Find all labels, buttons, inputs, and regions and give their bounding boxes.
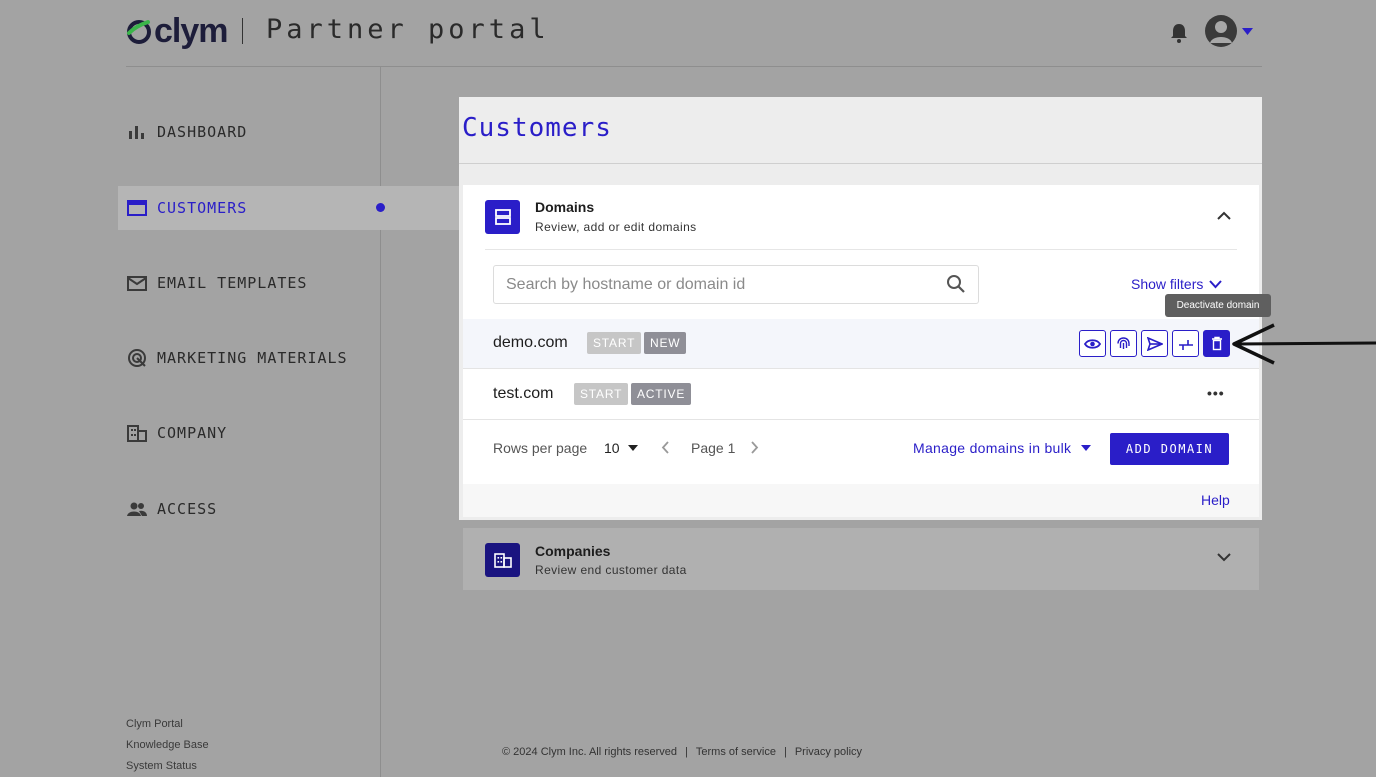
table-row[interactable]: demo.com START NEW	[463, 319, 1259, 369]
fingerprint-icon	[1117, 337, 1130, 349]
caret-down-icon[interactable]	[1242, 28, 1253, 35]
building-icon	[126, 422, 148, 444]
domains-card-subtitle: Review, add or edit domains	[535, 220, 697, 234]
table-row[interactable]: test.com START ACTIVE •••	[463, 370, 1259, 420]
send-icon	[1146, 336, 1163, 351]
trash-icon	[1211, 336, 1222, 351]
privacy-link[interactable]: Privacy policy	[795, 746, 862, 758]
help-strip: Help	[463, 484, 1259, 517]
page-footer: © 2024 Clym Inc. All rights reserved | T…	[502, 746, 862, 758]
plan-badge: START	[587, 332, 642, 354]
page-indicator: Page 1	[691, 440, 736, 456]
sidebar-item-email-templates[interactable]: EMAIL TEMPLATES	[118, 261, 460, 305]
logo-divider	[242, 18, 243, 44]
chevron-down-icon	[1209, 279, 1223, 288]
sidebar-item-label: COMPANY	[157, 424, 228, 442]
chevron-left-icon	[661, 441, 669, 454]
row-divider	[463, 419, 1259, 420]
more-options-icon[interactable]: •••	[1207, 385, 1225, 401]
search-input[interactable]	[494, 266, 934, 303]
domain-name[interactable]: demo.com	[493, 334, 568, 352]
companies-card-title: Companies	[535, 543, 611, 559]
terms-link[interactable]: Terms of service	[696, 746, 776, 758]
plan-badge: START	[574, 383, 629, 405]
chevron-down-icon[interactable]	[1217, 553, 1231, 562]
companies-card[interactable]: Companies Review end customer data	[463, 528, 1259, 590]
sidebar-item-label: EMAIL TEMPLATES	[157, 274, 308, 292]
card-divider	[485, 249, 1237, 250]
sidebar-item-label: DASHBOARD	[157, 123, 248, 141]
clym-logo[interactable]: clym	[126, 12, 228, 50]
status-badge: NEW	[644, 332, 687, 354]
envelope-icon	[126, 272, 148, 294]
tooltip: Deactivate domain	[1165, 294, 1271, 317]
logo-wordmark: clym	[154, 12, 228, 50]
sidebar-footer-links: Clym Portal Knowledge Base System Status	[126, 714, 209, 777]
previous-page-button[interactable]	[661, 441, 669, 454]
show-filters-label: Show filters	[1131, 276, 1204, 292]
footer-separator: |	[783, 746, 787, 758]
add-domain-button[interactable]: ADD DOMAIN	[1110, 433, 1229, 465]
link-system-status[interactable]: System Status	[126, 756, 209, 777]
companies-card-subtitle: Review end customer data	[535, 563, 687, 577]
eye-icon	[1084, 338, 1101, 349]
sidebar-item-label: CUSTOMERS	[157, 199, 248, 217]
sidebar-item-access[interactable]: ACCESS	[118, 487, 460, 531]
row-divider	[463, 368, 1259, 369]
search-icon[interactable]	[946, 274, 966, 294]
link-clym-portal[interactable]: Clym Portal	[126, 714, 209, 735]
sidebar-item-label: MARKETING MATERIALS	[157, 349, 348, 367]
rows-per-page-select[interactable]: 10	[604, 440, 638, 456]
sidebar-item-company[interactable]: COMPANY	[118, 411, 460, 455]
domains-card: Domains Review, add or edit domains Show…	[463, 185, 1271, 517]
footer-separator: |	[685, 746, 688, 758]
search-box	[493, 265, 979, 304]
header-divider	[126, 66, 1262, 67]
link-knowledge-base[interactable]: Knowledge Base	[126, 735, 209, 756]
top-header: clym Partner portal	[0, 0, 1376, 66]
page-title: Customers	[462, 113, 612, 143]
domains-card-title: Domains	[535, 199, 595, 215]
manage-bulk-dropdown[interactable]: Manage domains in bulk	[913, 440, 1092, 456]
chevron-right-icon	[751, 441, 759, 454]
show-filters-button[interactable]: Show filters	[1131, 276, 1223, 292]
manage-bulk-label: Manage domains in bulk	[913, 440, 1072, 456]
active-indicator-dot	[376, 203, 385, 212]
chevron-up-icon[interactable]	[1217, 211, 1231, 220]
domain-name[interactable]: test.com	[493, 385, 553, 403]
caret-down-icon	[1081, 445, 1092, 451]
merge-button[interactable]	[1172, 330, 1199, 357]
bell-icon[interactable]	[1169, 22, 1189, 44]
portal-title: Partner portal	[266, 14, 550, 45]
send-button[interactable]	[1141, 330, 1168, 357]
folder-icon	[126, 197, 148, 219]
help-link[interactable]: Help	[1201, 492, 1230, 508]
building-icon	[485, 543, 520, 577]
pagination-bar: Rows per page 10 Page 1 Manage domains i…	[463, 421, 1259, 477]
annotation-arrow-icon	[1228, 321, 1376, 367]
rows-per-page-value: 10	[604, 440, 620, 456]
merge-icon	[1178, 339, 1193, 350]
sidebar-item-label: ACCESS	[157, 500, 218, 518]
target-icon	[126, 347, 148, 369]
title-divider	[459, 163, 1262, 164]
caret-down-icon	[627, 445, 638, 451]
server-icon	[485, 200, 520, 234]
deactivate-button[interactable]	[1203, 330, 1230, 357]
bar-chart-icon	[126, 121, 148, 143]
sidebar-item-dashboard[interactable]: DASHBOARD	[118, 110, 460, 154]
customers-panel: Customers Domains Review, add or edit do…	[459, 97, 1271, 520]
sidebar-item-customers[interactable]: CUSTOMERS	[118, 186, 460, 230]
rows-per-page-label: Rows per page	[493, 440, 588, 456]
logo-mark-icon	[127, 20, 151, 44]
sidebar-item-marketing-materials[interactable]: MARKETING MATERIALS	[118, 336, 460, 380]
view-button[interactable]	[1079, 330, 1106, 357]
scan-button[interactable]	[1110, 330, 1137, 357]
avatar-icon[interactable]	[1205, 15, 1237, 47]
next-page-button[interactable]	[751, 441, 759, 454]
people-icon	[126, 498, 148, 520]
copyright-text: © 2024 Clym Inc. All rights reserved	[502, 746, 678, 758]
status-badge: ACTIVE	[631, 383, 692, 405]
